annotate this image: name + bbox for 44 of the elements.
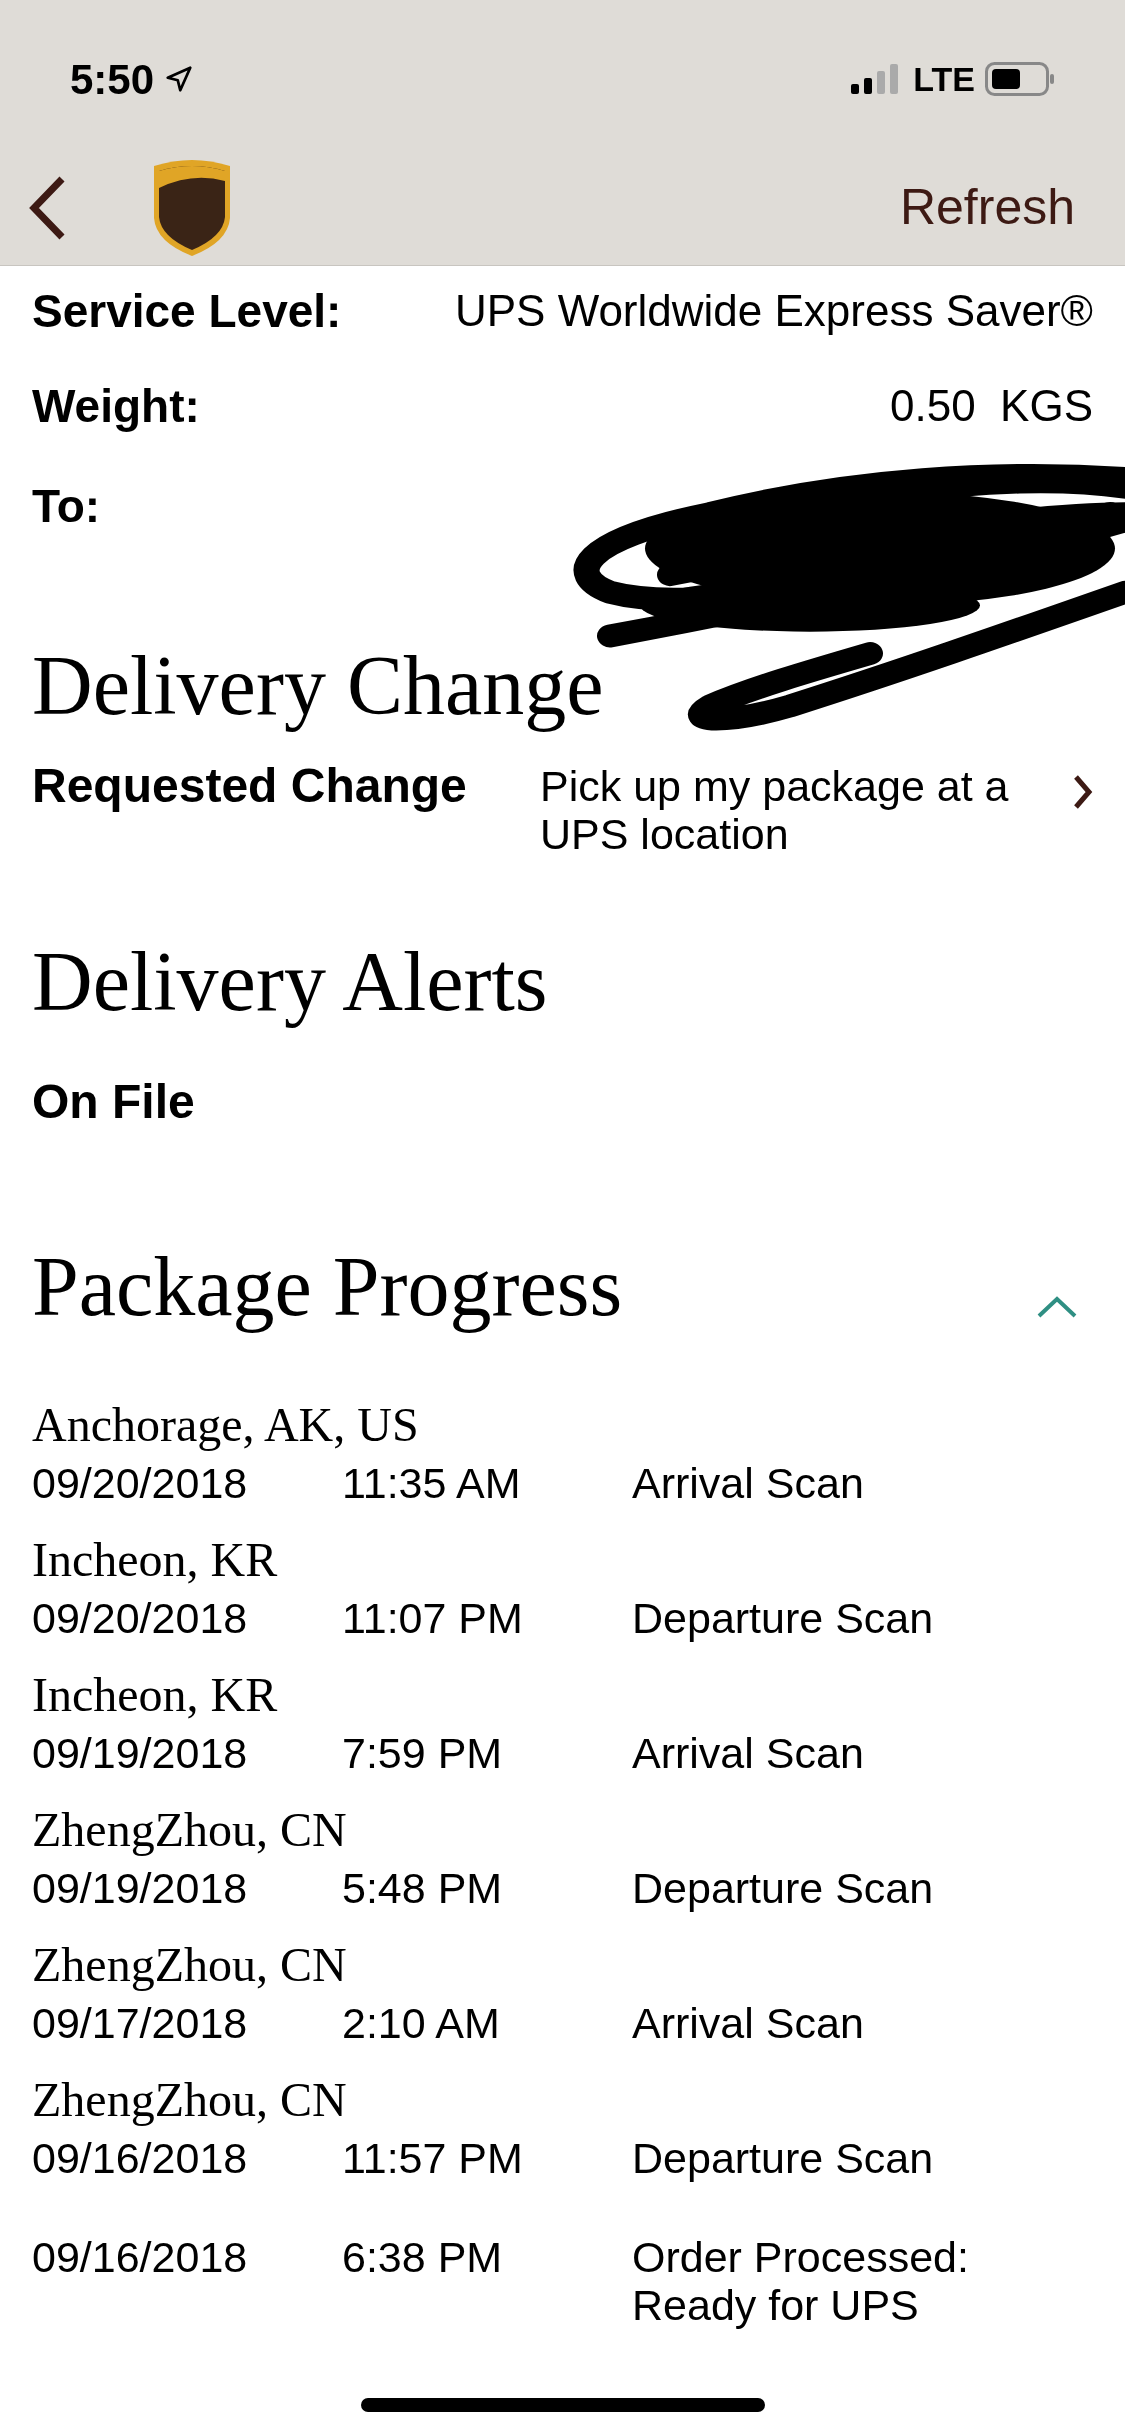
event-time: 11:35 AM: [342, 1458, 522, 1509]
event-date: 09/16/2018: [32, 2133, 249, 2184]
event-time: 11:57 PM: [342, 2133, 524, 2184]
chevron-right-icon: [1073, 774, 1093, 810]
refresh-button[interactable]: Refresh: [899, 170, 1075, 245]
event-date: 09/17/2018: [32, 1998, 249, 2049]
event-date: 09/19/2018: [32, 1863, 249, 1914]
event-date: 09/16/2018: [32, 2232, 249, 2283]
section-heading: Package Progress: [32, 1239, 623, 1335]
detail-label: Service Level:: [32, 283, 342, 339]
event-activity: Departure Scan: [632, 1863, 935, 1914]
section-heading: Delivery Alerts: [32, 934, 549, 1030]
event-time: 2:10 AM: [342, 1998, 501, 2049]
event-date: 09/19/2018: [32, 1728, 249, 1779]
event-time: 11:07 PM: [342, 1593, 524, 1644]
event-activity: Departure Scan: [632, 2133, 935, 2184]
alerts-status: On File: [32, 1074, 195, 1130]
battery-icon: [985, 62, 1055, 96]
event-location: Anchorage, AK, US: [32, 1397, 419, 1453]
detail-label: To:: [32, 478, 101, 534]
event-time: 7:59 PM: [342, 1728, 504, 1779]
event-time: 5:48 PM: [342, 1863, 504, 1914]
event-location: ZhengZhou, CN: [32, 1802, 347, 1858]
event-date: 09/20/2018: [32, 1593, 249, 1644]
event-activity: Arrival Scan: [632, 1998, 865, 2049]
event-location: ZhengZhou, CN: [32, 1937, 347, 1993]
detail-value: UPS Worldwide Express Saver®: [454, 285, 1093, 337]
detail-label: Weight:: [32, 378, 200, 434]
location-arrow-icon: [164, 64, 195, 94]
event-location: ZhengZhou, CN: [32, 2072, 347, 2128]
event-activity: Arrival Scan: [632, 1728, 865, 1779]
status-time: 5:50: [70, 54, 155, 105]
event-time: 6:38 PM: [342, 2232, 504, 2283]
event-location: Incheon, KR: [32, 1667, 278, 1723]
event-activity: Arrival Scan: [632, 1458, 865, 1509]
requested-change-row[interactable]: Requested Change Pick up my package at a UPS location: [32, 756, 1093, 858]
event-date: 09/20/2018: [32, 1458, 249, 1509]
detail-value: 0.50 KGS: [890, 380, 1093, 432]
event-activity: Departure Scan: [632, 1593, 935, 1644]
chevron-up-icon: [1035, 1294, 1079, 1320]
event-location: Incheon, KR: [32, 1532, 278, 1588]
section-heading: Delivery Change: [32, 638, 605, 734]
network-label: LTE: [913, 58, 975, 100]
event-activity: Order Processed: Ready for UPS: [632, 2232, 970, 2329]
